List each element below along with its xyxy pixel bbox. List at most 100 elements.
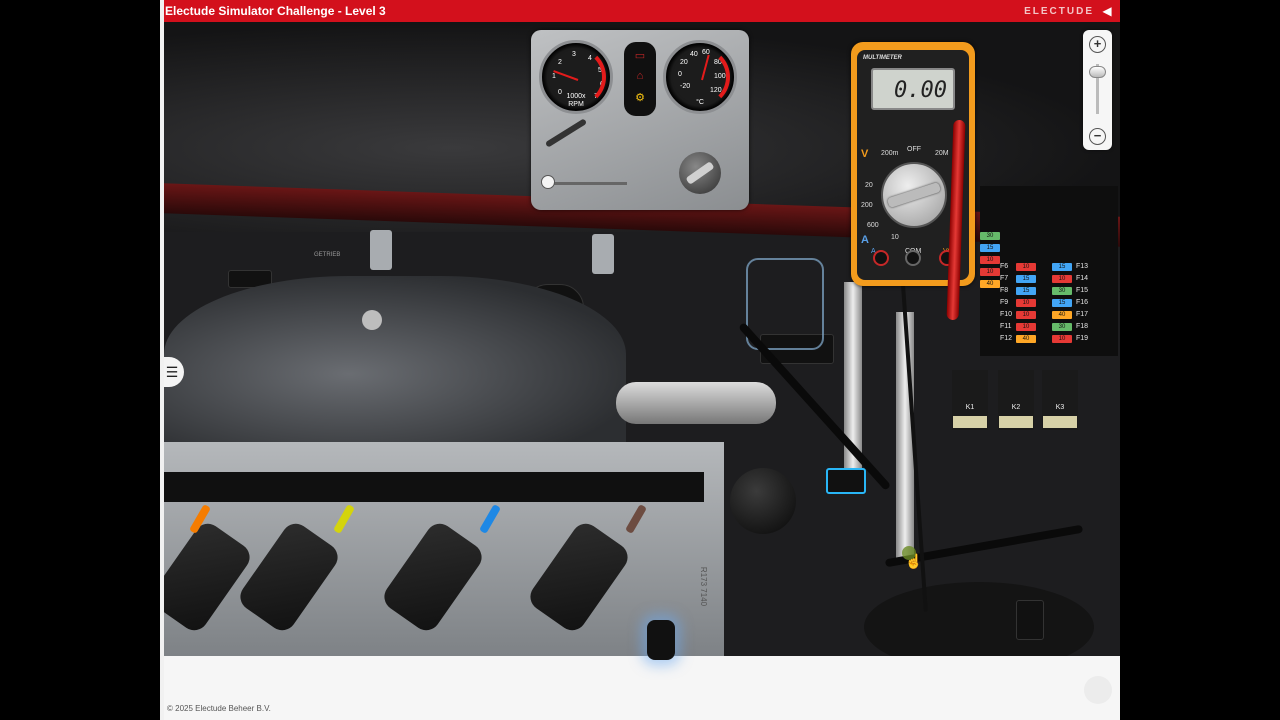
fuse-top-2[interactable]: 15 bbox=[980, 244, 1000, 252]
fuse-row-6: F11 10 30 F18 bbox=[980, 322, 1118, 332]
throttle-connector[interactable] bbox=[826, 468, 866, 494]
fuse-label: F19 bbox=[1076, 335, 1089, 342]
fuse-label: F16 bbox=[1076, 299, 1089, 306]
multimeter-reading: 0.00 bbox=[894, 78, 947, 103]
range-200: 200 bbox=[861, 202, 873, 209]
fuse-row-2: F7 15 10 F14 bbox=[980, 274, 1118, 284]
relay-k3: K3 bbox=[1042, 370, 1078, 430]
range-10: 10 bbox=[891, 234, 899, 241]
hamburger-icon: ☰ bbox=[165, 363, 179, 380]
fuse[interactable]: 40 bbox=[1016, 335, 1036, 343]
fuse-label: F8 bbox=[1000, 287, 1009, 294]
fuse-label: F18 bbox=[1076, 323, 1089, 330]
intake-tube bbox=[616, 382, 776, 424]
fuse-label: F11 bbox=[1000, 323, 1012, 330]
fuse-row-4: F9 10 15 F16 bbox=[980, 298, 1118, 308]
getrieb-label: GETRIEB bbox=[314, 252, 341, 258]
throttle-body[interactable] bbox=[730, 468, 796, 534]
fuse[interactable]: 40 bbox=[1052, 311, 1072, 319]
fuse[interactable]: 10 bbox=[1016, 299, 1036, 307]
simulator-app: Electude Simulator Challenge - Level 3 E… bbox=[160, 0, 1120, 720]
relay-k1: K1 bbox=[952, 370, 988, 430]
highlighted-plug[interactable] bbox=[647, 620, 675, 660]
fuse[interactable]: 15 bbox=[1016, 275, 1036, 283]
multimeter-range-dial[interactable] bbox=[881, 162, 947, 228]
fuse[interactable]: 15 bbox=[1016, 287, 1036, 295]
ignition-switch[interactable] bbox=[679, 152, 721, 194]
multimeter-brand: MULTIMETER bbox=[863, 55, 902, 61]
fuse-top-1[interactable]: 30 bbox=[980, 232, 1000, 240]
collapse-arrow-icon[interactable]: ◀ bbox=[1100, 3, 1114, 19]
bolt bbox=[362, 310, 382, 330]
fuse-label: F12 bbox=[1000, 335, 1013, 342]
fuse-row-7: F12 40 10 F19 bbox=[980, 334, 1118, 344]
sensor-plug-right[interactable] bbox=[1016, 600, 1044, 640]
fuse[interactable]: 10 bbox=[1016, 263, 1036, 271]
sound-button[interactable] bbox=[1084, 676, 1112, 704]
fuse[interactable]: 10 bbox=[1052, 275, 1072, 283]
copyright-text: © 2025 Electude Beheer B.V. bbox=[167, 704, 271, 713]
tach-unit-bottom: RPM bbox=[568, 101, 584, 108]
temp-redline bbox=[670, 47, 730, 107]
tach-unit-top: 1000x bbox=[566, 93, 586, 100]
relay-k2-base[interactable] bbox=[999, 416, 1033, 428]
temp-unit: °C bbox=[696, 99, 704, 106]
fuse-label: F17 bbox=[1076, 311, 1089, 318]
fuse-row-5: F10 10 40 F17 bbox=[980, 310, 1118, 320]
fuse-label: F9 bbox=[1000, 299, 1009, 306]
temperature-gauge: -20 0 20 40 60 80 100 120 °C bbox=[663, 40, 737, 114]
hood-bracket-left bbox=[370, 230, 392, 270]
window-title: Electude Simulator Challenge - Level 3 bbox=[165, 4, 386, 18]
fuse[interactable]: 10 bbox=[1052, 335, 1072, 343]
relay-k1-base[interactable] bbox=[953, 416, 987, 428]
dashboard-panel: 0 1 2 3 4 5 6 7 1000x RPM ▭ ⌂ ⚙ -20 0 20… bbox=[531, 30, 749, 210]
cover-text: R173 7140 bbox=[699, 566, 709, 607]
check-engine-icon: ⚙ bbox=[635, 92, 645, 104]
fuse-label: F14 bbox=[1076, 275, 1089, 282]
warning-lights: ▭ ⌂ ⚙ bbox=[624, 42, 656, 116]
fuse[interactable]: 30 bbox=[1052, 287, 1072, 295]
zoom-slider-thumb[interactable] bbox=[1089, 66, 1106, 78]
volt-range-label: V bbox=[861, 148, 869, 160]
relay-label: K1 bbox=[965, 404, 975, 411]
fuse[interactable]: 30 bbox=[1052, 323, 1072, 331]
zoom-in-button[interactable]: + bbox=[1089, 36, 1106, 53]
fuse-row-3: F8 15 30 F15 bbox=[980, 286, 1118, 296]
range-600: 600 bbox=[867, 222, 879, 229]
relay-k3-base[interactable] bbox=[1043, 416, 1077, 428]
fuse-row-1: F6 10 15 F13 bbox=[980, 262, 1118, 272]
highlighted-sensor-outline[interactable] bbox=[746, 258, 824, 350]
title-bar: Electude Simulator Challenge - Level 3 E… bbox=[160, 0, 1120, 22]
fuse[interactable]: 10 bbox=[1016, 323, 1036, 331]
wiper-stalk[interactable] bbox=[544, 118, 588, 148]
accelerator-slider-thumb[interactable] bbox=[541, 175, 555, 189]
com-jack[interactable] bbox=[905, 250, 921, 266]
oil-warning-icon: ⌂ bbox=[636, 70, 644, 82]
multimeter-display: 0.00 bbox=[871, 68, 955, 110]
left-border bbox=[160, 0, 164, 720]
battery-warning-icon: ▭ bbox=[634, 50, 646, 62]
range-20: 20 bbox=[865, 182, 873, 189]
brand-logo: ELECTUDE bbox=[1024, 6, 1094, 17]
tachometer-gauge: 0 1 2 3 4 5 6 7 1000x RPM bbox=[539, 40, 613, 114]
range-off: OFF bbox=[907, 146, 921, 153]
fuse[interactable]: 10 bbox=[1016, 311, 1036, 319]
relay-label: K3 bbox=[1055, 404, 1065, 411]
fuse-label: F15 bbox=[1076, 287, 1089, 294]
fuse-label: F13 bbox=[1076, 263, 1089, 270]
fuse[interactable]: 15 bbox=[1052, 299, 1072, 307]
range-20m: 20M bbox=[935, 150, 949, 157]
amp-range-label: A bbox=[861, 234, 869, 246]
fuse-label: F6 bbox=[1000, 263, 1009, 270]
hood-bracket-right bbox=[592, 234, 614, 274]
zoom-out-button[interactable]: − bbox=[1089, 128, 1106, 145]
valve-cover-rail bbox=[164, 472, 704, 502]
relay-label: K2 bbox=[1011, 404, 1021, 411]
fuse-label: F10 bbox=[1000, 311, 1013, 318]
fuse-box: 30 15 10 10 40 F6 10 15 F13 F7 15 10 F14… bbox=[980, 186, 1118, 356]
fuse[interactable]: 15 bbox=[1052, 263, 1072, 271]
a-jack[interactable] bbox=[873, 250, 889, 266]
zoom-control: + − bbox=[1083, 30, 1112, 150]
relay-k2: K2 bbox=[998, 370, 1034, 430]
accelerator-slider-track bbox=[543, 182, 627, 185]
